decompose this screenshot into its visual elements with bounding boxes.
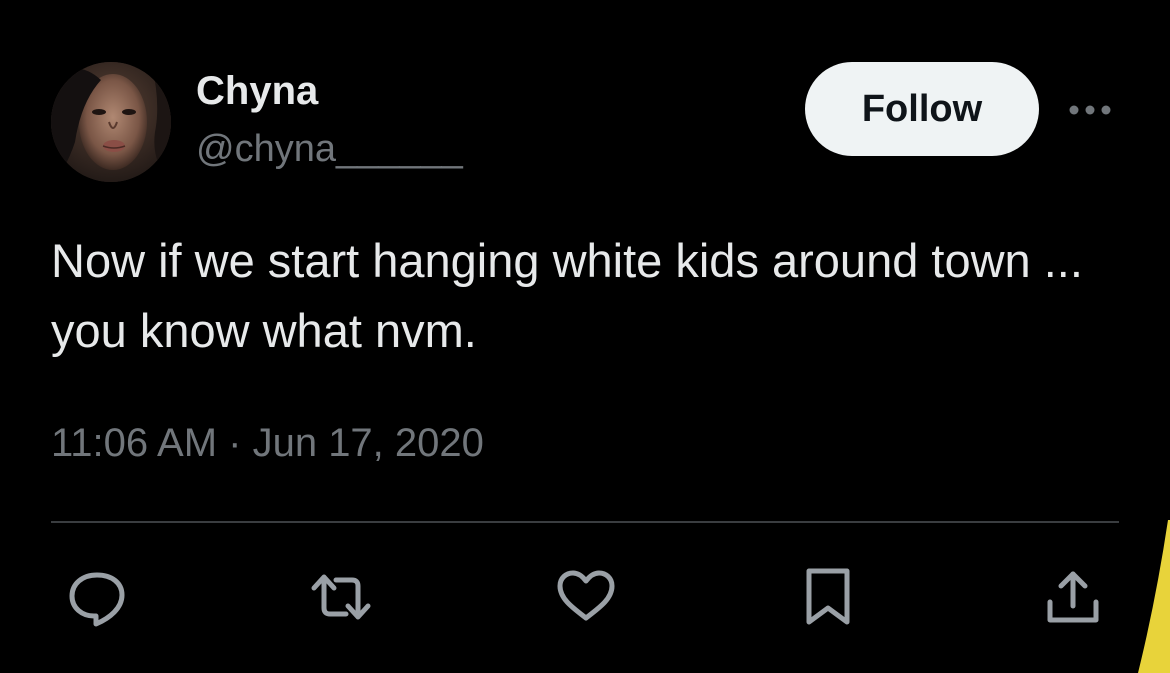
bookmark-icon[interactable] <box>797 566 859 628</box>
display-name[interactable]: Chyna <box>196 68 318 114</box>
corner-accent <box>1138 520 1170 673</box>
tweet-card: Chyna @chyna______ Follow Now if we star… <box>0 0 1170 673</box>
avatar-photo <box>51 62 171 182</box>
divider <box>51 521 1119 523</box>
tweet-text: Now if we start hanging white kids aroun… <box>51 234 1083 357</box>
more-horizontal-icon[interactable] <box>1066 98 1114 122</box>
follow-button[interactable]: Follow <box>805 62 1039 156</box>
reply-icon[interactable] <box>66 566 128 628</box>
share-icon[interactable] <box>1042 566 1104 628</box>
tweet-timestamp[interactable]: 11:06 AM · Jun 17, 2020 <box>51 418 484 468</box>
avatar[interactable] <box>51 62 171 182</box>
retweet-icon[interactable] <box>310 566 372 628</box>
user-handle[interactable]: @chyna______ <box>196 126 463 172</box>
heart-icon[interactable] <box>555 566 617 628</box>
